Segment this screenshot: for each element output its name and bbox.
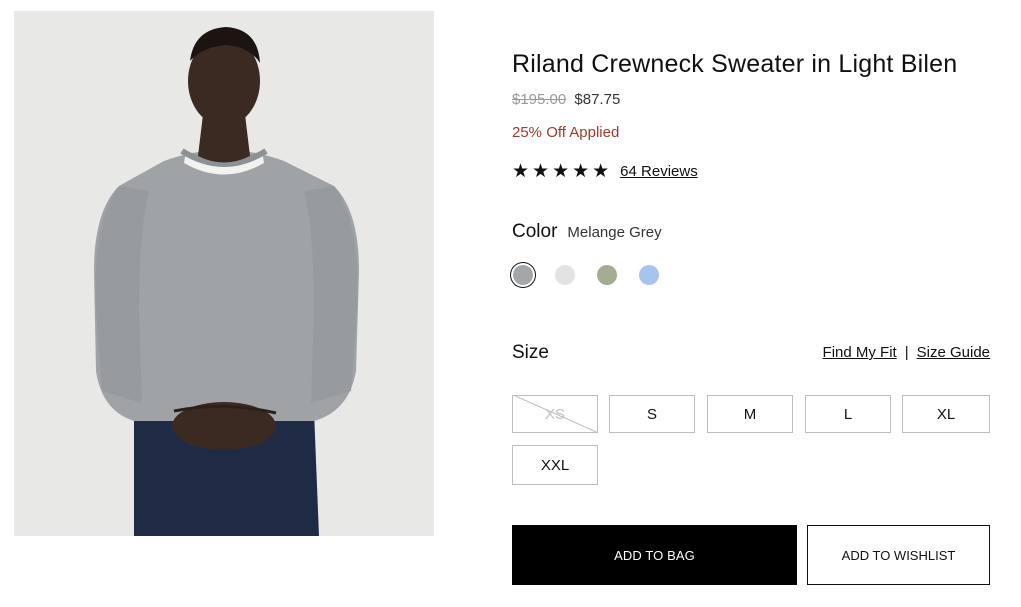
- size-option-xxl[interactable]: XXL: [512, 445, 598, 485]
- size-option-label: XL: [936, 405, 956, 423]
- fit-links: Find My Fit | Size Guide: [823, 344, 990, 361]
- size-label: Size: [512, 342, 549, 363]
- size-guide-link[interactable]: Size Guide: [917, 344, 990, 361]
- color-swatch-light-blue[interactable]: [639, 265, 659, 285]
- add-to-wishlist-button[interactable]: ADD TO WISHLIST: [807, 525, 990, 585]
- size-option-s[interactable]: S: [609, 395, 695, 433]
- rating-row: ★★★★★ 64 Reviews: [512, 160, 698, 183]
- add-to-bag-button[interactable]: ADD TO BAG: [512, 525, 797, 585]
- unavailable-strike: [514, 396, 597, 432]
- color-swatch-melange-grey[interactable]: [513, 265, 533, 285]
- size-option-l[interactable]: L: [805, 395, 891, 433]
- link-separator: |: [904, 344, 909, 361]
- product-image[interactable]: [14, 11, 434, 536]
- price-row: $195.00 $87.75: [512, 91, 620, 108]
- color-label: Color: [512, 221, 558, 242]
- color-header: Color Melange Grey: [512, 221, 662, 243]
- product-photo-illustration: [14, 11, 434, 536]
- color-swatch-sage-green[interactable]: [597, 265, 617, 285]
- size-option-label: M: [743, 405, 757, 423]
- original-price: $195.00: [512, 91, 567, 108]
- reviews-link[interactable]: 64 Reviews: [620, 163, 698, 180]
- star-rating-icon: ★★★★★: [512, 161, 613, 182]
- find-my-fit-link[interactable]: Find My Fit: [823, 344, 897, 361]
- size-option-label: XXL: [540, 456, 570, 474]
- size-option-m[interactable]: M: [707, 395, 793, 433]
- size-option-label: S: [646, 405, 657, 423]
- selected-color-name: Melange Grey: [567, 224, 662, 241]
- product-title: Riland Crewneck Sweater in Light Bilen: [512, 50, 958, 78]
- color-swatches: [512, 265, 681, 285]
- sale-price: $87.75: [574, 91, 621, 108]
- size-option-label: L: [843, 405, 853, 423]
- size-option-xs[interactable]: XS: [512, 395, 598, 433]
- color-swatch-light-grey[interactable]: [555, 265, 575, 285]
- size-option-xl[interactable]: XL: [902, 395, 990, 433]
- discount-text: 25% Off Applied: [512, 124, 620, 141]
